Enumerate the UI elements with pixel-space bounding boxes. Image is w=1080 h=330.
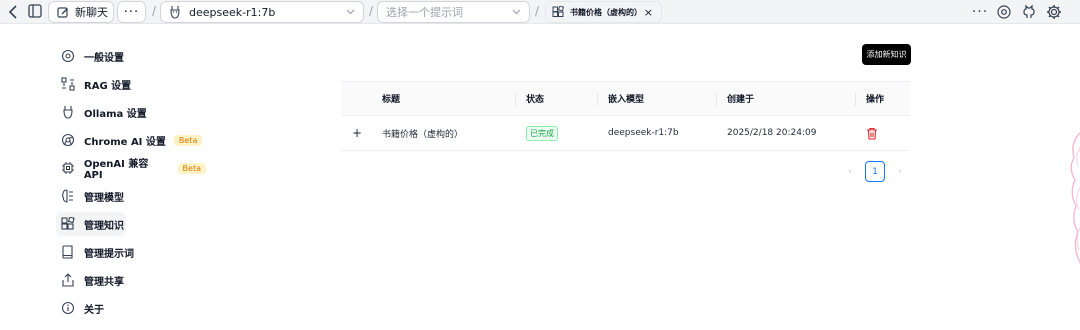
llama-icon [60, 104, 76, 120]
status-badge: 已完成 [526, 125, 558, 141]
sidebar-item-knowledge[interactable]: 管理知识 [56, 212, 126, 236]
column-divider [597, 93, 598, 106]
blocks-icon [552, 6, 564, 18]
row-created: 2025/2/18 20:24:09 [727, 128, 817, 138]
new-chat-label: 新聊天 [75, 6, 108, 19]
sidebar-item-label: 管理提示词 [84, 248, 134, 260]
sidebar-item-general[interactable]: 一般设置 [56, 44, 206, 68]
knowledge-table: 标题 状态 嵌入模型 创建于 操作 + 书籍价格（虚构的） 已完成 deepse… [341, 81, 910, 151]
sidebar-item-label: 管理模型 [84, 192, 124, 204]
delete-button[interactable] [866, 116, 878, 150]
prompt-select[interactable]: 选择一个提示词 [377, 1, 530, 23]
gear-icon[interactable] [1045, 3, 1063, 21]
more-options-button[interactable]: ··· [117, 1, 146, 23]
page-1-button[interactable]: 1 [865, 161, 885, 182]
sidebar-item-label: 关于 [84, 304, 104, 316]
close-icon[interactable]: × [644, 6, 653, 19]
sidebar-item-rag[interactable]: RAG 设置 [56, 72, 206, 96]
prompt-select-placeholder: 选择一个提示词 [386, 6, 463, 19]
gear-icon [60, 48, 76, 64]
back-icon[interactable] [6, 3, 20, 21]
header-status[interactable]: 状态 [526, 82, 544, 115]
sidebar-item-prompts[interactable]: 管理提示词 [56, 240, 206, 264]
sidebar-item-models[interactable]: 管理模型 [56, 184, 206, 208]
sidebar-item-label: 管理共享 [84, 276, 124, 288]
edit-icon [57, 6, 69, 18]
header-model[interactable]: 嵌入模型 [608, 82, 644, 115]
knowledge-tab[interactable]: 书籍价格（虚构的） × [545, 1, 662, 23]
github-icon[interactable] [1020, 3, 1038, 21]
sidebar-item-label: Chrome AI 设置 [84, 136, 166, 148]
share-icon [60, 272, 76, 288]
new-chat-button[interactable]: 新聊天 [48, 1, 114, 23]
expand-row-button[interactable]: + [352, 116, 362, 150]
sidebar-item-label: 管理知识 [84, 220, 124, 232]
row-status-cell: 已完成 [526, 116, 558, 150]
table-row: + 书籍价格（虚构的） 已完成 deepseek-r1:7b 2025/2/18… [341, 116, 910, 151]
mascot-illustration [1066, 128, 1080, 268]
sidebar-item-label: RAG 设置 [84, 80, 132, 92]
top-toolbar: 新聊天 ··· / deepseek-r1:7b / 选择一个提示词 / 书籍价… [0, 0, 1080, 24]
sidebar-item-about[interactable]: 关于 [56, 296, 206, 320]
more-icon[interactable]: ··· [970, 2, 990, 22]
column-divider [855, 93, 856, 106]
model-select[interactable]: deepseek-r1:7b [160, 1, 364, 23]
blocks-icon [60, 216, 76, 232]
knowledge-tab-label: 书籍价格（虚构的） [570, 7, 642, 17]
chrome-icon [60, 132, 76, 148]
sidebar-item-sharing[interactable]: 管理共享 [56, 268, 206, 292]
llama-icon [169, 5, 181, 19]
breadcrumb-separator: / [369, 4, 374, 18]
brain-icon [60, 188, 76, 204]
row-title: 书籍价格（虚构的） [382, 129, 464, 140]
sidebar-item-openai-api[interactable]: OpenAI 兼容 API Beta [56, 156, 206, 181]
row-model: deepseek-r1:7b [608, 128, 679, 138]
add-knowledge-button[interactable]: 添加新知识 [862, 44, 911, 65]
beta-badge: Beta [177, 162, 206, 174]
settings-icon[interactable] [995, 3, 1013, 21]
breadcrumb-separator: / [535, 4, 540, 18]
sidebar-item-chrome-ai[interactable]: Chrome AI 设置 Beta [56, 128, 206, 152]
sidebar-item-ollama[interactable]: Ollama 设置 [56, 100, 206, 124]
chevron-down-icon [512, 7, 521, 16]
chip-icon [60, 160, 76, 176]
header-actions: 操作 [866, 95, 885, 105]
info-icon [60, 300, 76, 316]
table-header: 标题 状态 嵌入模型 创建于 操作 [341, 81, 910, 116]
header-title[interactable]: 标题 [382, 82, 400, 115]
sidebar-item-label: 一般设置 [84, 52, 124, 64]
trash-icon [866, 127, 878, 140]
beta-badge: Beta [173, 134, 203, 146]
chevron-down-icon [346, 7, 355, 16]
book-icon [60, 244, 76, 260]
model-select-value: deepseek-r1:7b [189, 5, 276, 19]
rag-icon [60, 76, 76, 92]
header-created[interactable]: 创建于 [727, 82, 754, 115]
next-page-button[interactable]: › [892, 161, 908, 182]
sidebar-item-label: Ollama 设置 [84, 108, 147, 120]
sidebar-item-label: OpenAI 兼容 API [83, 159, 149, 181]
column-divider [515, 93, 516, 106]
column-divider [716, 93, 717, 106]
prev-page-button[interactable]: ‹ [842, 161, 858, 182]
sidebar-toggle-icon[interactable] [27, 3, 43, 19]
breadcrumb-separator: / [152, 4, 157, 18]
